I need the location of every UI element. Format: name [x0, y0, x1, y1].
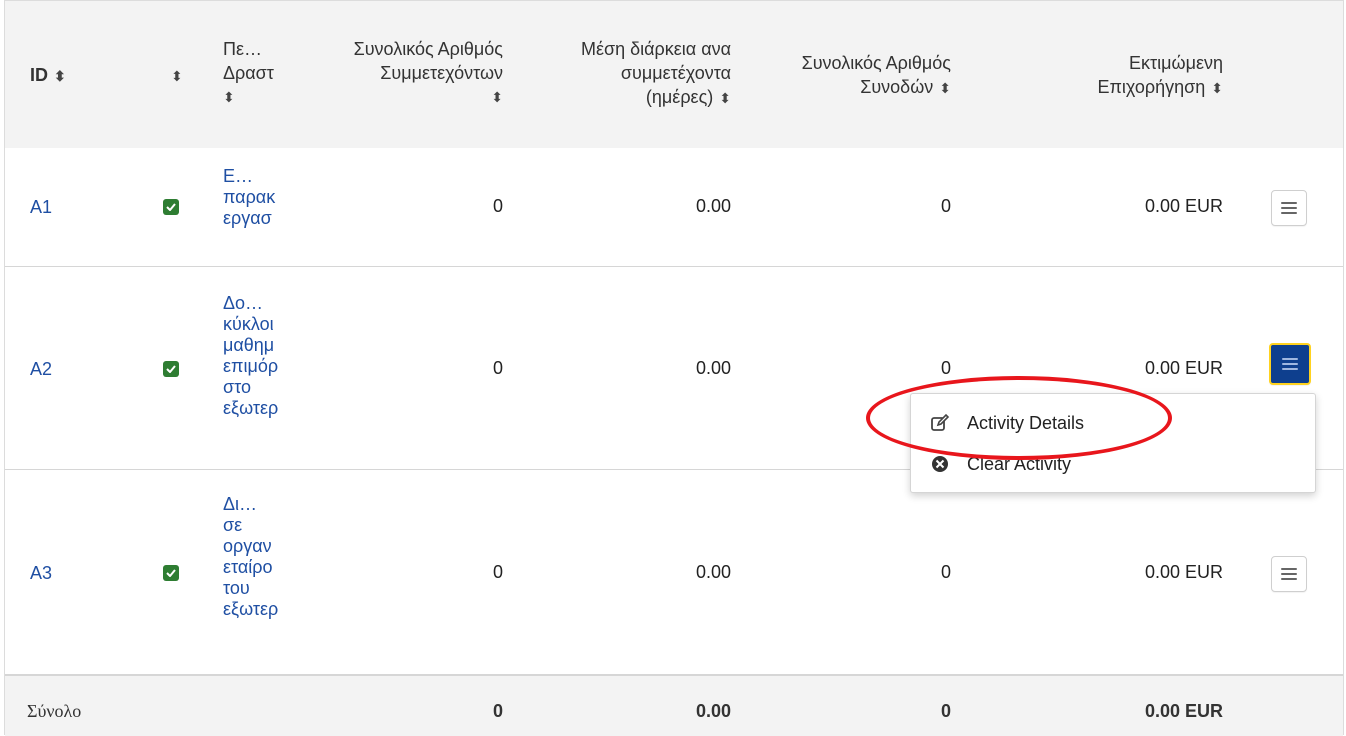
activity-title-line: του: [223, 578, 250, 598]
column-header-duration[interactable]: Μέση διάρκεια ανα συμμετέχοντα (ημέρες) ⬍: [525, 37, 731, 110]
activity-title-line: οργαν: [223, 536, 272, 556]
total-duration: 0.00: [695, 701, 731, 721]
sort-icon[interactable]: ⬍: [54, 68, 66, 84]
activity-title-line: Ε…: [223, 166, 254, 186]
sort-icon[interactable]: ⬍: [1211, 80, 1223, 96]
sort-icon[interactable]: ⬍: [719, 90, 731, 106]
column-header-grant-line1: Εκτιμώμενη: [1129, 53, 1223, 73]
column-header-duration-line2: συμμετέχοντα: [620, 63, 731, 83]
column-header-selection[interactable]: ⬍: [171, 63, 183, 88]
activity-id-link[interactable]: A1: [30, 196, 52, 218]
column-header-grant-line2: Επιχορήγηση: [1097, 77, 1206, 97]
participants-value: 0: [492, 562, 503, 582]
column-header-participants-line2: Συμμετεχόντων: [380, 63, 503, 83]
participants-value: 0: [492, 196, 503, 216]
activity-title-link[interactable]: Δο… κύκλοι μαθημ επιμόρ στο εξωτερ: [223, 293, 295, 419]
column-header-participants[interactable]: Συνολικός Αριθμός Συμμετεχόντων ⬍: [305, 37, 503, 109]
row-actions-dropdown: Activity Details Clear Activity: [910, 393, 1316, 493]
column-header-title-line2: Δραστ: [223, 63, 274, 83]
activity-id-link[interactable]: A2: [30, 358, 52, 380]
row-actions-menu-button[interactable]: [1271, 556, 1307, 592]
checked-icon: [163, 199, 179, 215]
grant-value: 0.00 EUR: [1144, 562, 1223, 582]
total-companions: 0: [940, 701, 951, 721]
column-header-id-label: ID: [30, 65, 48, 85]
hamburger-icon: [1281, 568, 1297, 580]
clear-circle-icon: [929, 453, 951, 475]
activity-id-link[interactable]: A3: [30, 562, 52, 584]
column-header-title-line1: Πε…: [223, 39, 263, 59]
grant-value: 0.00 EUR: [1144, 196, 1223, 216]
grant-value: 0.00 EUR: [1144, 358, 1223, 378]
checked-icon: [163, 361, 179, 377]
sort-icon[interactable]: ⬍: [223, 85, 301, 109]
row-actions-menu-button[interactable]: [1271, 190, 1307, 226]
hamburger-icon: [1282, 358, 1298, 370]
checked-icon: [163, 565, 179, 581]
column-header-companions-line2: Συνοδών: [860, 77, 934, 97]
edit-icon: [929, 412, 951, 434]
hamburger-icon: [1281, 202, 1297, 214]
activity-title-link[interactable]: Ε… παρακ εργασ: [223, 166, 295, 229]
table-row: A3 Δι… σε οργαν εταίρο του εξωτερ 0 0.00…: [5, 470, 1343, 675]
column-header-participants-line1: Συνολικός Αριθμός: [353, 39, 503, 59]
column-header-duration-line3: (ημέρες): [645, 87, 714, 107]
column-header-id[interactable]: ID ⬍: [30, 63, 66, 88]
sort-icon[interactable]: ⬍: [305, 85, 503, 109]
column-header-title[interactable]: Πε… Δραστ ⬍: [223, 37, 301, 109]
activity-title-line: εργασ: [223, 208, 272, 228]
sort-icon[interactable]: ⬍: [171, 68, 183, 84]
duration-value: 0.00: [695, 562, 731, 582]
activity-title-line: Δο…: [223, 293, 264, 313]
companions-value: 0: [940, 562, 951, 582]
column-header-companions[interactable]: Συνολικός Αριθμός Συνοδών ⬍: [745, 51, 951, 100]
activity-title-line: σε: [223, 515, 243, 535]
menu-item-clear-activity[interactable]: Clear Activity: [929, 449, 1071, 479]
participants-value: 0: [492, 358, 503, 378]
activity-title-line: παρακ: [223, 187, 276, 207]
duration-value: 0.00: [695, 358, 731, 378]
activity-title-line: εταίρο: [223, 557, 273, 577]
companions-value: 0: [940, 196, 951, 216]
table-header: ID ⬍ ⬍ Πε… Δραστ ⬍ Συνολικός Αριθμός Συμμ…: [5, 0, 1343, 150]
activity-title-line: Δι…: [223, 494, 258, 514]
column-header-grant[interactable]: Εκτιμώμενη Επιχορήγηση ⬍: [1015, 51, 1223, 100]
menu-item-activity-details[interactable]: Activity Details: [929, 408, 1084, 438]
activity-title-line: στο: [223, 377, 251, 397]
activities-table: ID ⬍ ⬍ Πε… Δραστ ⬍ Συνολικός Αριθμός Συμμ…: [4, 0, 1344, 736]
activity-title-line: επιμόρ: [223, 356, 279, 376]
activity-title-line: εξωτερ: [223, 398, 279, 418]
duration-value: 0.00: [695, 196, 731, 216]
activity-title-link[interactable]: Δι… σε οργαν εταίρο του εξωτερ: [223, 494, 295, 620]
activity-title-line: κύκλοι: [223, 314, 274, 334]
activity-title-line: εξωτερ: [223, 599, 279, 619]
menu-item-label: Clear Activity: [967, 453, 1072, 474]
column-header-companions-line1: Συνολικός Αριθμός: [801, 53, 951, 73]
totals-label: Σύνολο: [27, 701, 82, 721]
menu-item-label: Activity Details: [967, 412, 1085, 433]
table-footer-totals: Σύνολο 0 0.00 0 0.00 EUR: [5, 675, 1343, 736]
activity-title-line: μαθημ: [223, 335, 275, 355]
total-participants: 0: [492, 701, 503, 721]
companions-value: 0: [940, 358, 951, 378]
sort-icon[interactable]: ⬍: [939, 80, 951, 96]
row-actions-menu-button-active[interactable]: [1269, 343, 1311, 385]
column-header-duration-line1: Μέση διάρκεια ανα: [580, 39, 731, 59]
table-row: A1 Ε… παρακ εργασ 0 0.00 0 0.00 EUR: [5, 148, 1343, 267]
total-grant: 0.00 EUR: [1144, 701, 1223, 721]
